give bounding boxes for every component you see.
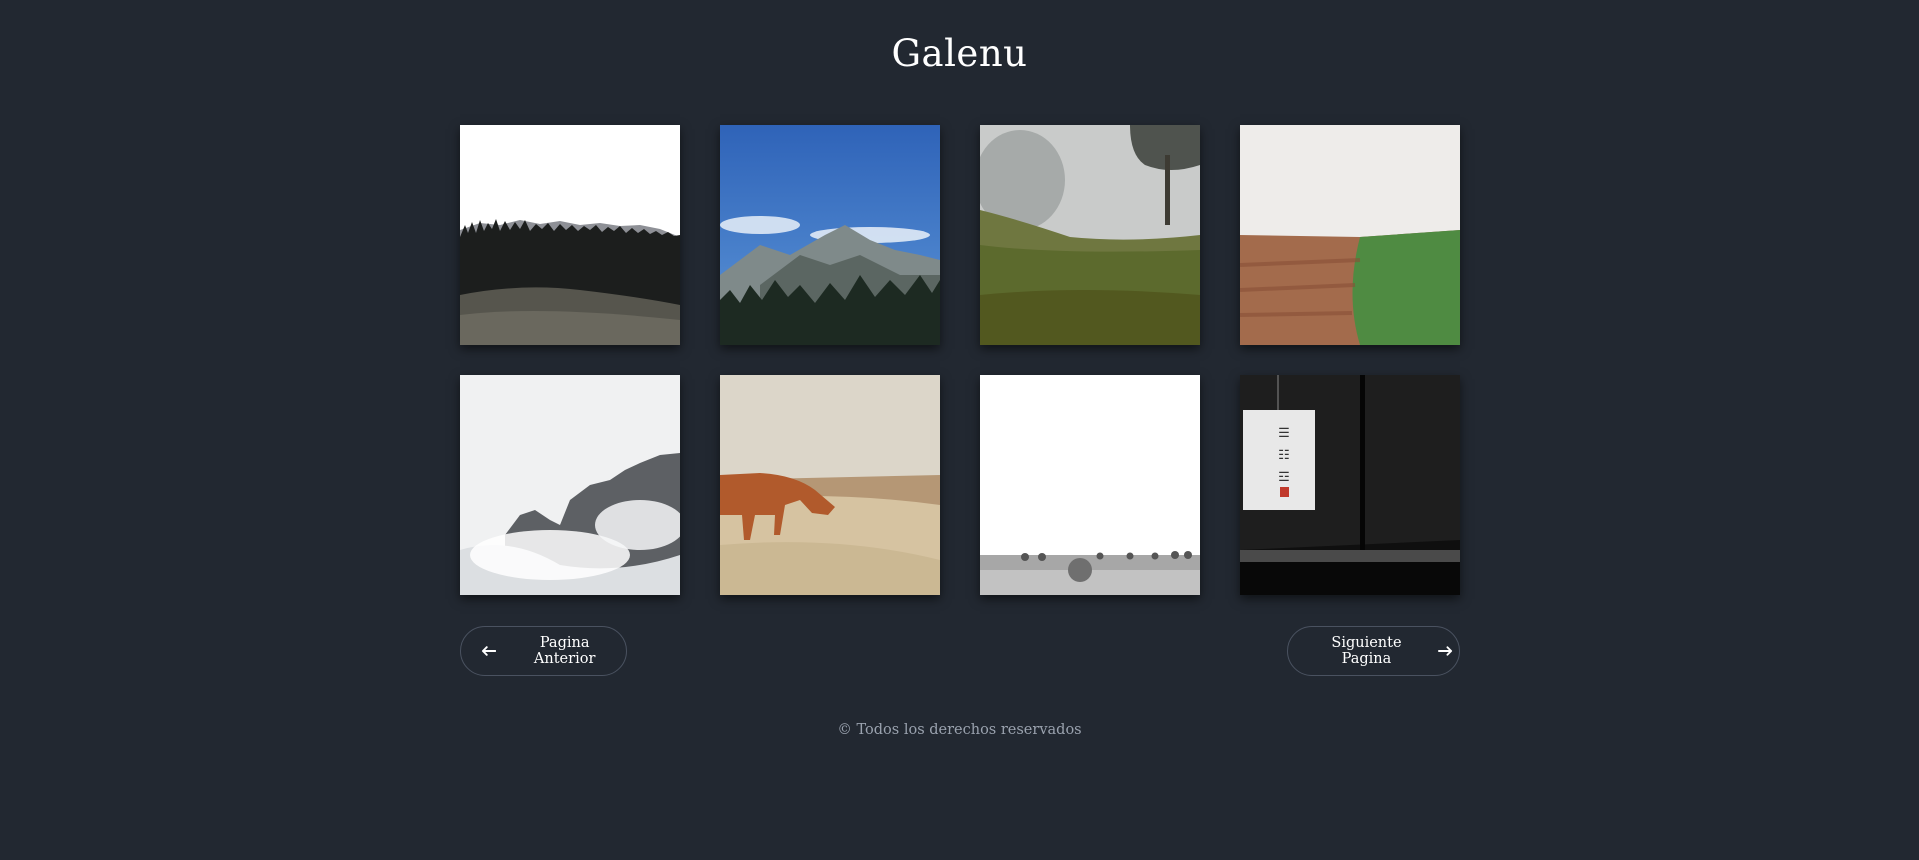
previous-page-button[interactable]: Pagina Anterior [460, 626, 627, 676]
gallery-image-lantern[interactable]: ☰ ☷ ☲ [1240, 375, 1460, 595]
foggy-hill-image [980, 125, 1200, 345]
gallery-image-hay-bales[interactable] [980, 375, 1200, 595]
next-page-button[interactable]: Siguiente Pagina [1287, 626, 1460, 676]
plowed-field-image [1240, 125, 1460, 345]
misty-cliffs-image [460, 375, 680, 595]
forest-image [460, 125, 680, 345]
photo-gallery: ☰ ☷ ☲ [460, 125, 1461, 595]
arrow-left-icon [481, 646, 497, 656]
previous-page-label: Pagina Anterior [533, 635, 596, 667]
page: Galenu ☰ ☷ ☲ Pagina Anterior Siguiente P… [0, 0, 1919, 860]
hay-bales-image [980, 375, 1200, 595]
gallery-image-highland-cow[interactable] [720, 375, 940, 595]
gallery-image-forest[interactable] [460, 125, 680, 345]
gallery-image-foggy-hill[interactable] [980, 125, 1200, 345]
arrow-right-icon [1437, 646, 1453, 656]
svg-text:☷: ☷ [1278, 448, 1290, 463]
gallery-image-misty-cliffs[interactable] [460, 375, 680, 595]
mountain-image [720, 125, 940, 345]
lantern-image: ☰ ☷ ☲ [1240, 375, 1460, 595]
gallery-image-mountain[interactable] [720, 125, 940, 345]
svg-text:☰: ☰ [1278, 426, 1290, 441]
highland-cow-image [720, 375, 940, 595]
site-title: Galenu [891, 32, 1028, 75]
svg-text:☲: ☲ [1278, 470, 1290, 485]
footer-copyright: © Todos los derechos reservados [837, 722, 1082, 738]
next-page-label: Siguiente Pagina [1331, 635, 1402, 667]
gallery-image-plowed-field[interactable] [1240, 125, 1460, 345]
